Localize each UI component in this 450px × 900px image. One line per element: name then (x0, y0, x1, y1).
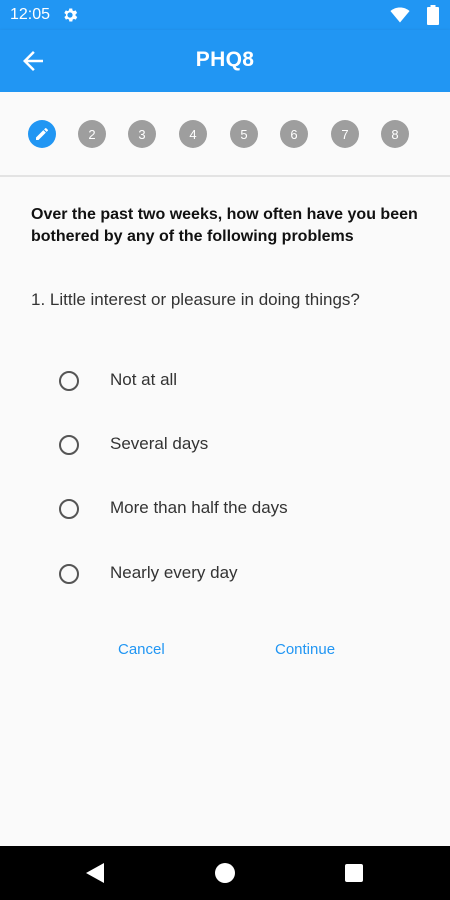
step-6[interactable]: 6 (280, 120, 308, 148)
battery-icon (427, 5, 439, 25)
step-5[interactable]: 5 (230, 120, 258, 148)
option-nearly-every-day[interactable]: Nearly every day (55, 554, 415, 594)
option-label: Not at all (110, 370, 178, 389)
survey-heading: Over the past two weeks, how often have … (31, 206, 418, 245)
step-1-active[interactable] (28, 120, 56, 148)
app-bar: PHQ8 (0, 30, 450, 92)
question-text: 1. Little interest or pleasure in doing … (31, 290, 360, 309)
nav-home-icon[interactable] (215, 863, 235, 883)
status-time: 12:05 (10, 6, 51, 23)
nav-recents-icon[interactable] (345, 864, 363, 882)
system-nav-bar (0, 846, 450, 900)
radio-button[interactable] (59, 371, 79, 391)
radio-button[interactable] (59, 564, 79, 584)
radio-button[interactable] (59, 435, 79, 455)
step-4[interactable]: 4 (179, 120, 207, 148)
option-not-at-all[interactable]: Not at all (55, 361, 415, 401)
option-label: Nearly every day (110, 563, 238, 582)
question-stepper: 2 3 4 5 6 7 8 (0, 92, 450, 177)
step-8[interactable]: 8 (381, 120, 409, 148)
radio-button[interactable] (59, 499, 79, 519)
option-label: More than half the days (110, 498, 288, 517)
page-title: PHQ8 (195, 48, 255, 71)
step-3[interactable]: 3 (128, 120, 156, 148)
cancel-button[interactable]: Cancel (112, 636, 171, 664)
step-2[interactable]: 2 (78, 120, 106, 148)
status-bar: 12:05 (0, 0, 450, 30)
nav-back-icon[interactable] (86, 863, 104, 883)
wifi-icon (390, 7, 410, 23)
option-several-days[interactable]: Several days (55, 425, 415, 465)
pencil-icon (36, 127, 48, 140)
gear-icon (64, 8, 78, 22)
option-more-than-half[interactable]: More than half the days (55, 489, 415, 529)
step-7[interactable]: 7 (331, 120, 359, 148)
continue-button[interactable]: Continue (269, 636, 341, 664)
option-label: Several days (110, 434, 209, 453)
